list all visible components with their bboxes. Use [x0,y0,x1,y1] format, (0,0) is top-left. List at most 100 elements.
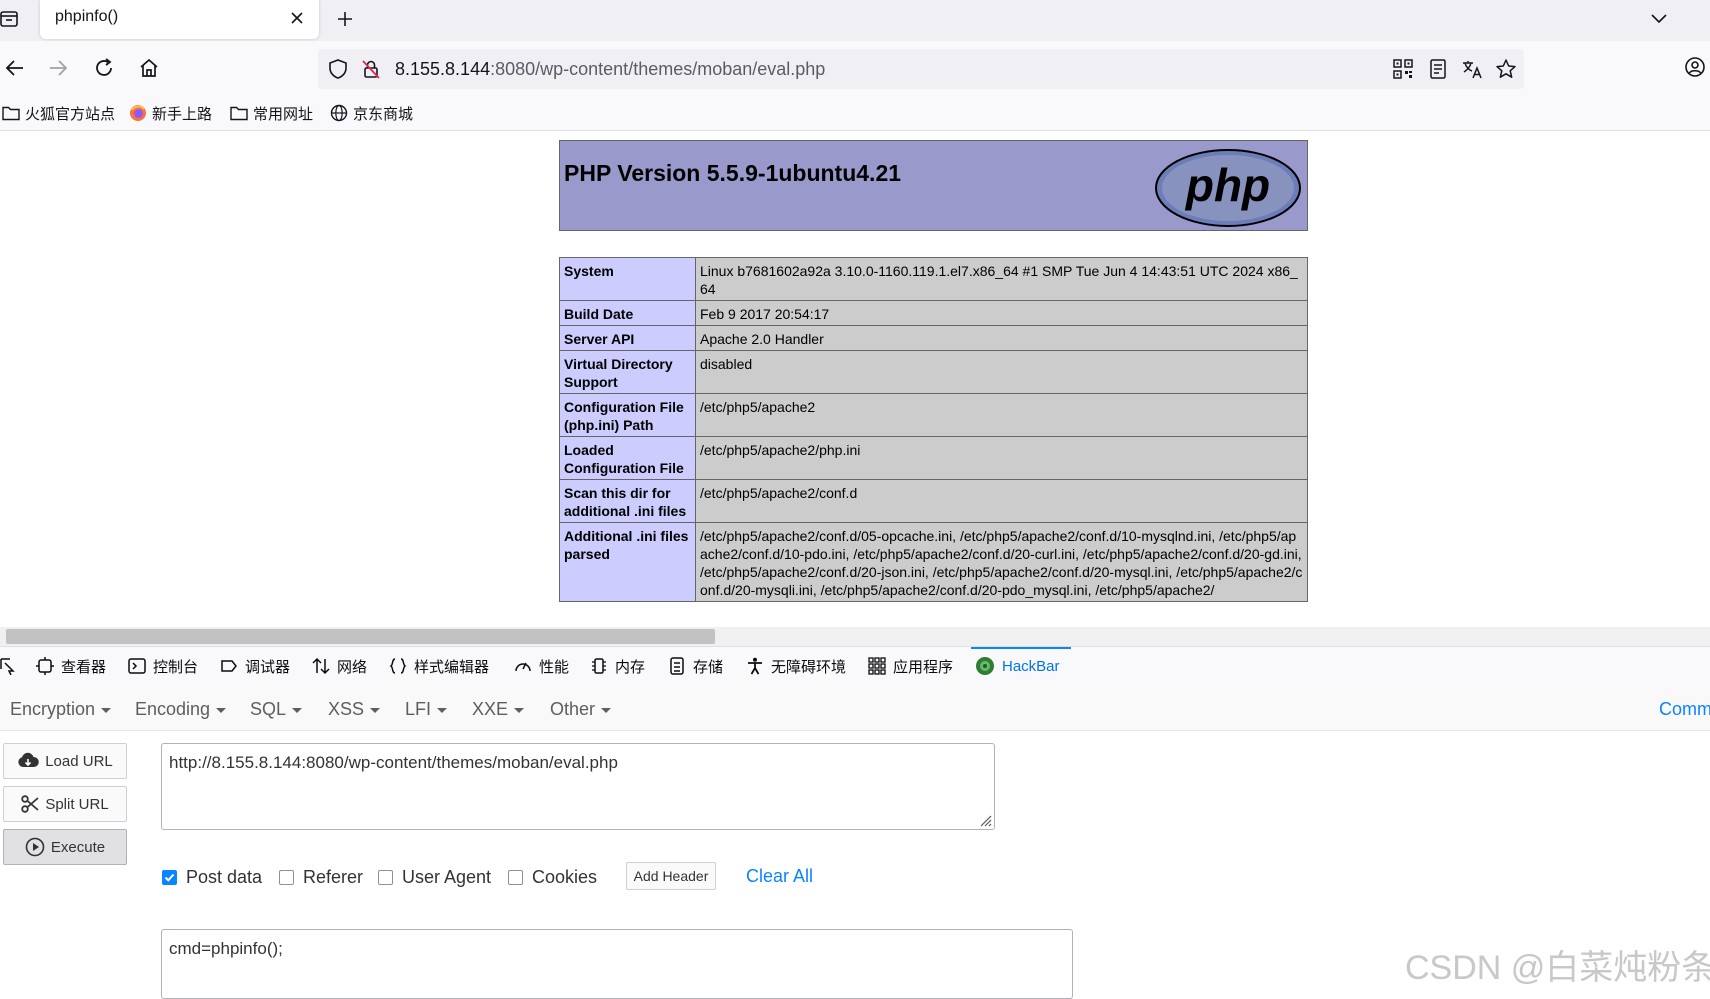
row-key: Loaded Configuration File [559,436,696,480]
scrollbar-thumb[interactable] [6,629,715,644]
tab-inspector[interactable]: 查看器 [36,656,106,676]
row-key: System [559,257,696,301]
chevron-down-icon[interactable] [1648,7,1670,29]
execute-button[interactable]: Execute [3,829,127,865]
insecure-lock-icon[interactable] [360,58,382,80]
gauge-icon [515,662,531,672]
menu-encoding[interactable]: Encoding [135,699,227,720]
tab-label: 查看器 [61,658,107,676]
caret-down-icon [101,707,112,713]
resize-grip-icon[interactable] [978,813,992,827]
url-textarea[interactable]: http://8.155.8.144:8080/wp-content/theme… [161,743,995,830]
load-url-button[interactable]: Load URL [3,743,127,779]
tab-label: 应用程序 [893,658,954,676]
tab-network[interactable]: 网络 [312,656,367,676]
devtools-toolbar: 查看器 控制台 调试器 网络 样式编辑器 性能 内存 存储 无障碍环境 应用程序… [0,646,1710,686]
menu-label: Encryption [10,699,96,719]
checkbox-icon[interactable] [378,869,393,885]
caret-down-icon [292,707,303,713]
back-arrow-icon[interactable] [3,56,27,80]
row-value: Feb 9 2017 20:54:17 [695,300,1308,326]
navigation-bar: 8.155.8.144:8080/wp-content/themes/moban… [0,41,1710,97]
home-icon[interactable] [137,56,161,80]
plus-icon[interactable] [335,9,355,29]
php-logo: php [1154,148,1302,228]
add-header-button[interactable]: Add Header [626,862,716,890]
row-key: Configuration File (php.ini) Path [559,393,696,437]
reload-icon[interactable] [92,56,116,80]
checkbox-checked-icon[interactable] [162,869,177,885]
tab-label: 样式编辑器 [414,658,490,676]
row-key: Additional .ini files parsed [559,522,696,602]
php-version-title: PHP Version 5.5.9-1ubuntu4.21 [564,160,902,186]
tab-style-editor[interactable]: 样式编辑器 [389,656,489,676]
page-content: PHP Version 5.5.9-1ubuntu4.21 php System… [0,131,1710,627]
table-row: Configuration File (php.ini) Path /etc/p… [559,393,1308,437]
tab-hackbar[interactable]: HackBar [975,656,1060,676]
url-text: 8.155.8.144:8080/wp-content/themes/moban… [395,59,825,80]
clear-all-link[interactable]: Clear All [746,866,813,887]
bookmark-label: 常用网址 [253,105,314,123]
tab-storage[interactable]: 存储 [668,656,723,676]
button-label: Execute [50,838,106,856]
menu-other[interactable]: Other [550,699,612,720]
row-value: /etc/php5/apache2/conf.d [695,479,1308,523]
checkbox-label: User Agent [402,866,492,887]
row-value: /etc/php5/apache2/conf.d/05-opcache.ini,… [695,522,1308,602]
address-bar[interactable]: 8.155.8.144:8080/wp-content/themes/moban… [318,49,1524,89]
tab-accessibility[interactable]: 无障碍环境 [746,656,846,676]
qr-code-icon[interactable] [1392,58,1414,80]
split-url-button[interactable]: Split URL [3,786,127,822]
checkbox-icon[interactable] [508,869,523,885]
menu-comm[interactable]: Comm [1659,699,1710,720]
play-circle-icon [25,837,45,857]
bookmark-item[interactable]: 京东商城 [330,103,413,123]
reader-view-icon[interactable] [1427,58,1449,80]
php-version-header: PHP Version 5.5.9-1ubuntu4.21 php [559,140,1308,231]
tab-debugger[interactable]: 调试器 [220,656,290,676]
braces-icon [389,658,407,674]
element-picker-icon[interactable] [0,657,16,675]
row-value: Linux b7681602a92a 3.10.0-1160.119.1.el7… [695,257,1308,301]
tab-performance[interactable]: 性能 [514,656,569,676]
forward-arrow-icon[interactable] [46,56,70,80]
row-value: disabled [695,350,1308,394]
checkbox-icon[interactable] [279,869,294,885]
tab-list-icon[interactable] [0,9,20,29]
menu-xxe[interactable]: XXE [472,699,525,720]
post-data-value: cmd=phpinfo(); [169,939,283,958]
translate-icon[interactable] [1461,58,1483,80]
hackbar-menu-bar: Encryption Encoding SQL XSS LFI XXE Othe… [0,685,1710,731]
row-value: /etc/php5/apache2/php.ini [695,436,1308,480]
close-icon[interactable] [289,10,305,26]
menu-sql[interactable]: SQL [250,699,303,720]
tab-label: HackBar [1002,657,1060,675]
tab-strip: phpinfo() [0,0,1710,41]
accessibility-icon [748,657,762,675]
debugger-icon [221,660,237,672]
checkbox-label: Referer [303,866,364,887]
post-data-checkbox[interactable]: Post data [162,866,262,888]
horizontal-scrollbar[interactable] [0,627,1710,646]
tab-title: phpinfo() [55,8,119,25]
tab-memory[interactable]: 内存 [590,656,645,676]
caret-down-icon [370,707,381,713]
php-logo-text: php [1184,159,1270,211]
account-icon[interactable] [1683,55,1707,79]
browser-tab[interactable]: phpinfo() [40,0,319,39]
menu-label: SQL [250,699,287,719]
bookmark-item[interactable]: 新手上路 [129,103,212,123]
bookmark-item[interactable]: 火狐官方站点 [2,103,115,123]
menu-xss[interactable]: XSS [328,699,381,720]
caret-down-icon [437,707,448,713]
tab-application[interactable]: 应用程序 [868,656,953,676]
bookmark-item[interactable]: 常用网址 [230,103,313,123]
cookies-checkbox[interactable]: Cookies [508,866,597,888]
user-agent-checkbox[interactable]: User Agent [378,866,491,888]
shield-icon[interactable] [327,58,349,80]
menu-encryption[interactable]: Encryption [10,699,112,720]
tab-console[interactable]: 控制台 [128,656,198,676]
star-icon[interactable] [1495,58,1517,80]
referer-checkbox[interactable]: Referer [279,866,363,888]
menu-lfi[interactable]: LFI [405,699,448,720]
